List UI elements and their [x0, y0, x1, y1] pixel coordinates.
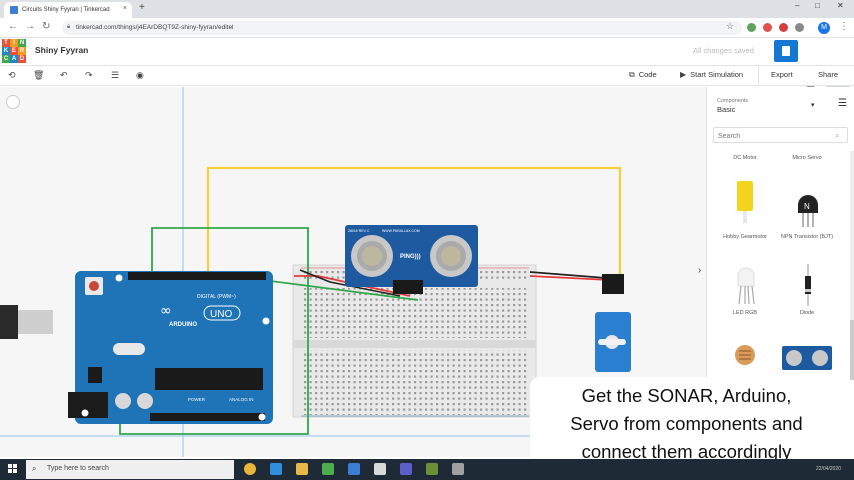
lock-icon: 🔒︎ — [67, 24, 71, 30]
sensor-brand-text: WWW.PARALLAX.COM — [382, 229, 420, 233]
editor-toolbar: ⟲ 🗑︎ ↶ ↷ ☰ ◉ ⧉ Code ▶ Start Simulation Exp… — [0, 66, 854, 86]
caption-line: Servo from components and — [570, 413, 803, 434]
app-icon[interactable] — [452, 463, 464, 475]
component-label[interactable]: Hobby Gearmotor — [713, 234, 777, 241]
zoom-to-fit-button[interactable] — [6, 95, 20, 109]
app-icon[interactable] — [374, 463, 386, 475]
project-title[interactable]: Shiny Fyyran — [35, 45, 88, 55]
browser-tab-bar: Circuits Shiny Fyyran | Tinkercad × + – … — [0, 0, 854, 18]
led-rgb-icon[interactable] — [735, 264, 757, 306]
app-icon[interactable] — [426, 463, 438, 475]
visibility-eye-icon[interactable]: ◉ — [136, 70, 144, 81]
search-icon: ⌕ — [835, 131, 840, 140]
code-button[interactable]: ⧉ Code — [629, 70, 657, 80]
list-view-icon[interactable]: ☰ — [838, 98, 847, 109]
browser-tab[interactable]: Circuits Shiny Fyyran | Tinkercad × — [4, 2, 132, 18]
usb-plug — [18, 310, 53, 334]
forward-arrow-icon[interactable]: → — [25, 21, 35, 32]
notes-icon[interactable]: ☰ — [111, 70, 119, 81]
svg-text:∞: ∞ — [160, 303, 172, 319]
app-header: TIN KER CAD Shiny Fyyran All changes sav… — [0, 38, 854, 102]
window-maximize-button[interactable]: □ — [815, 1, 820, 10]
power-pins-label: POWER — [188, 397, 206, 402]
npn-transistor-icon[interactable]: N — [795, 185, 821, 229]
window-close-button[interactable]: ✕ — [837, 1, 844, 10]
save-status: All changes saved — [693, 46, 754, 55]
reload-icon[interactable]: ↻ — [42, 21, 50, 32]
play-icon: ▶ — [680, 70, 687, 79]
mail-icon[interactable] — [348, 463, 360, 475]
taskbar-search-placeholder: Type here to search — [47, 465, 109, 472]
circuit-view-button[interactable] — [774, 40, 798, 62]
back-arrow-icon[interactable]: ← — [8, 21, 18, 32]
micro-servo[interactable] — [595, 274, 631, 372]
code-icon: ⧉ — [629, 70, 635, 79]
ultrasonic-sensor[interactable]: WWW.PARALLAX.COM 28015 REV C PING))) — [345, 225, 478, 294]
arduino-uno-board[interactable]: ∞ ARDUINO UNO DIGITAL (PWM~) POWER ANALO… — [68, 271, 273, 424]
profile-avatar[interactable]: M — [818, 22, 830, 34]
browser-address-bar: ← → ↻ 🔒︎ tinkercad.com/things/j4EArDBQT9… — [0, 18, 854, 38]
tab-title: Circuits Shiny Fyyran | Tinkercad — [22, 7, 110, 13]
usb-cable — [0, 305, 18, 339]
extension-icon[interactable] — [779, 23, 788, 32]
ultrasonic-sensor-icon[interactable] — [781, 345, 833, 373]
component-label[interactable]: NPN Transistor (BJT) — [775, 234, 839, 241]
tinkercad-logo[interactable]: TIN KER CAD — [2, 39, 26, 63]
edge-icon[interactable] — [270, 463, 282, 475]
extension-icon[interactable] — [747, 23, 756, 32]
sensor-model-text: 28015 REV C — [348, 229, 370, 233]
search-icon: ⌕ — [32, 464, 37, 473]
photoresistor-icon[interactable] — [733, 343, 757, 373]
svg-text:N: N — [804, 202, 810, 211]
arduino-brand-text: ARDUINO — [169, 322, 197, 328]
arduino-model-text: UNO — [210, 309, 232, 320]
component-search-input[interactable] — [713, 127, 848, 143]
component-label[interactable]: LED RGB — [713, 310, 777, 317]
component-label[interactable]: Diode — [775, 310, 839, 317]
chrome-icon[interactable] — [244, 463, 256, 475]
components-label: Components — [717, 98, 749, 104]
teams-icon[interactable] — [400, 463, 412, 475]
sensor-name-text: PING))) — [400, 254, 421, 260]
tutorial-caption: Get the SONAR, Arduino, Servo from compo… — [530, 377, 843, 470]
collapse-panel-chevron-icon[interactable]: › — [698, 265, 701, 276]
file-explorer-icon[interactable] — [296, 463, 308, 475]
extension-icon[interactable] — [763, 23, 772, 32]
component-label[interactable]: Micro Servo — [775, 155, 839, 162]
url-text: tinkercad.com/things/j4EArDBQT9Z-shiny-f… — [76, 24, 234, 31]
store-icon[interactable] — [322, 463, 334, 475]
caret-down-icon[interactable]: ▾ — [811, 101, 815, 109]
url-field[interactable]: 🔒︎ tinkercad.com/things/j4EArDBQT9Z-shin… — [62, 21, 742, 35]
caption-line: Get the SONAR, Arduino, — [581, 385, 792, 406]
taskbar-search-input[interactable]: ⌕ Type here to search — [26, 460, 234, 479]
redo-icon[interactable]: ↷ — [85, 70, 93, 81]
start-simulation-button[interactable]: ▶ Start Simulation — [680, 70, 743, 79]
delete-icon[interactable]: 🗑︎ — [33, 70, 44, 81]
windows-start-icon[interactable] — [8, 464, 18, 474]
digital-pins-label: DIGITAL (PWM~) — [197, 294, 236, 300]
window-minimize-button[interactable]: – — [795, 1, 799, 10]
new-tab-button[interactable]: + — [139, 2, 145, 13]
panel-scrollbar-thumb[interactable] — [850, 320, 854, 380]
extension-icon[interactable] — [795, 23, 804, 32]
undo-icon[interactable]: ↶ — [60, 70, 68, 81]
export-button[interactable]: Export — [771, 70, 793, 79]
hobby-gearmotor-icon[interactable] — [735, 179, 755, 229]
rotate-icon[interactable]: ⟲ — [8, 70, 16, 81]
components-dropdown[interactable]: Basic — [717, 105, 735, 114]
diode-icon[interactable] — [803, 264, 813, 306]
tinkercad-favicon-icon — [10, 6, 18, 14]
tab-close-icon[interactable]: × — [123, 5, 127, 12]
analog-pins-label: ANALOG IN — [229, 397, 254, 402]
bookmark-star-icon[interactable]: ☆ — [726, 21, 734, 32]
browser-menu-icon[interactable]: ⋮ — [839, 21, 849, 32]
component-label[interactable]: DC Motor — [713, 155, 777, 162]
windows-taskbar: ⌕ Type here to search 22/04/2020 — [0, 459, 854, 480]
toolbar-divider — [758, 66, 759, 86]
share-button[interactable]: Share — [818, 70, 838, 79]
taskbar-clock: 22/04/2020 — [816, 466, 842, 472]
